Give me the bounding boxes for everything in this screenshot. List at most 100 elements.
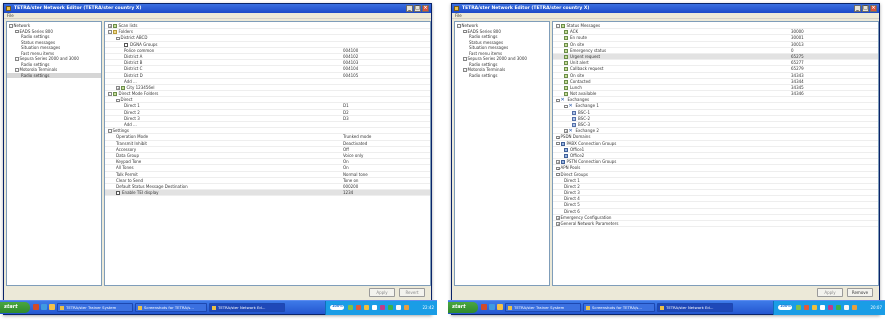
collapse-icon[interactable]: - <box>556 141 560 146</box>
collapse-icon[interactable]: - <box>556 172 560 177</box>
row-label: Direct 3 <box>124 115 140 121</box>
task-screenshots[interactable]: Screenshots for TETRA/s... <box>135 303 207 312</box>
tree-item-radio-settings[interactable]: Radio settings <box>455 73 549 79</box>
tray-icon[interactable] <box>372 305 377 310</box>
tray-icon[interactable] <box>348 305 353 310</box>
row-label: Accessory <box>116 146 137 152</box>
tray-icon[interactable] <box>356 305 361 310</box>
row-label: APN Pools <box>560 165 581 171</box>
row-label: Direct <box>120 97 133 103</box>
collapse-icon[interactable]: - <box>15 29 19 34</box>
tray-icon[interactable] <box>804 305 809 310</box>
tray-icon[interactable] <box>836 305 841 310</box>
menu-file[interactable]: File <box>455 13 462 18</box>
maximize-icon[interactable]: □ <box>414 5 421 12</box>
expand-icon[interactable]: + <box>116 86 120 90</box>
expand-icon[interactable]: + <box>556 135 560 140</box>
detail-tree: + Scan lists - Folders - District ABCD DGNA Gr… <box>104 21 431 286</box>
clock: 20:07 <box>870 305 882 310</box>
collapse-icon[interactable]: - <box>463 57 467 61</box>
checkbox-icon[interactable] <box>116 191 120 196</box>
quick-launch-icon[interactable] <box>49 304 55 310</box>
tray-icon[interactable] <box>820 305 825 310</box>
checkbox-icon[interactable] <box>124 42 128 47</box>
row-value[interactable]: 1234 <box>343 190 353 196</box>
expand-icon[interactable]: + <box>556 160 560 164</box>
collapse-icon[interactable]: - <box>457 24 461 28</box>
task-network-editor[interactable]: TETRA/ster Network Ed... <box>209 303 285 312</box>
row-label: Emergency status <box>570 47 607 53</box>
task-network-editor[interactable]: TETRA/ster Network Ed... <box>657 303 733 312</box>
collapse-icon[interactable]: - <box>556 98 560 102</box>
close-icon[interactable]: × <box>870 5 877 12</box>
right-screenshot: TETRA/ster Network Editor (TETRA/ster co… <box>448 0 885 332</box>
quick-launch-icon[interactable] <box>481 304 487 310</box>
collapse-icon[interactable]: - <box>9 24 13 28</box>
detail-tree: - Status Messages ACK 30000 En route 30001 On … <box>552 21 879 286</box>
expand-icon[interactable]: + <box>556 166 560 171</box>
maximize-icon[interactable]: □ <box>862 5 869 12</box>
tray-icon[interactable] <box>844 305 849 310</box>
tray-icon[interactable] <box>364 305 369 310</box>
row-label: District D <box>124 72 143 78</box>
collapse-icon[interactable]: - <box>15 68 19 72</box>
tray-icon[interactable] <box>852 305 857 310</box>
tray-icon[interactable] <box>380 305 385 310</box>
collapse-icon[interactable]: - <box>564 104 568 109</box>
collapse-icon[interactable]: - <box>108 129 112 133</box>
title-bar[interactable]: TETRA/ster Network Editor (TETRA/ster co… <box>4 4 431 13</box>
quick-launch-icon[interactable] <box>33 304 39 310</box>
group-icon <box>560 160 565 165</box>
expand-icon[interactable]: + <box>556 222 560 226</box>
menu-file[interactable]: File <box>7 13 14 18</box>
quick-launch-icon[interactable] <box>489 304 495 310</box>
remove-button[interactable]: Remove <box>847 288 873 297</box>
detail-row-general-network-parameters[interactable]: +General Network Parameters <box>553 221 878 228</box>
collapse-icon[interactable]: - <box>556 24 560 28</box>
apply-button[interactable]: Apply <box>817 288 843 297</box>
collapse-icon[interactable]: - <box>116 98 120 102</box>
start-button[interactable]: start <box>0 302 30 313</box>
task-trainer[interactable]: TETRA/ster Trainer System <box>57 303 133 312</box>
collapse-icon[interactable]: - <box>463 29 467 34</box>
collapse-icon[interactable]: - <box>116 36 120 41</box>
row-label: Direct 6 <box>564 208 580 214</box>
task-screenshots[interactable]: Screenshots for TETRA/s... <box>583 303 655 312</box>
tree-item-label: EADS Series 800 <box>19 28 53 34</box>
minimize-icon[interactable]: _ <box>854 5 861 12</box>
revert-button[interactable]: Revert <box>399 288 425 297</box>
network-editor-window: TETRA/ster Network Editor (TETRA/ster co… <box>451 3 880 315</box>
quick-launch-icon[interactable] <box>497 304 503 310</box>
expand-icon[interactable]: + <box>556 216 560 220</box>
row-label: Operation Mode <box>116 134 149 140</box>
tray-icon[interactable] <box>396 305 401 310</box>
window-controls: _ □ × <box>854 5 877 12</box>
expand-icon[interactable]: + <box>108 24 112 28</box>
window-controls: _ □ × <box>406 5 429 12</box>
collapse-icon[interactable]: - <box>15 57 19 61</box>
task-trainer[interactable]: TETRA/ster Trainer System <box>505 303 581 312</box>
minimize-icon[interactable]: _ <box>406 5 413 12</box>
collapse-icon[interactable]: - <box>108 92 112 96</box>
quick-launch-icon[interactable] <box>41 304 47 310</box>
title-bar[interactable]: TETRA/ster Network Editor (TETRA/ster co… <box>452 4 879 13</box>
row-label: Unit alert <box>570 60 589 66</box>
tray-icon[interactable] <box>812 305 817 310</box>
row-label: Direct Groups <box>560 171 589 177</box>
row-label: District ABCD <box>120 35 148 41</box>
close-icon[interactable]: × <box>422 5 429 12</box>
detail-row-enable-tei-display[interactable]: Enable TEI display 1234 <box>105 190 430 197</box>
apply-button[interactable]: Apply <box>369 288 395 297</box>
tray-icon[interactable] <box>388 305 393 310</box>
tree-item-label: Situation messages <box>21 45 61 50</box>
tree-item-radio-settings[interactable]: Radio settings <box>7 72 101 78</box>
tray-icon[interactable] <box>796 305 801 310</box>
expand-icon[interactable]: + <box>564 129 568 133</box>
collapse-icon[interactable]: - <box>463 68 467 72</box>
tray-icon[interactable] <box>828 305 833 310</box>
start-button[interactable]: start <box>448 302 478 313</box>
clock: 22:42 <box>422 305 434 310</box>
tree-item-label: Sepura Series 2000 and 3000 <box>467 56 527 61</box>
tray-icon[interactable] <box>404 305 409 310</box>
collapse-icon[interactable]: - <box>108 30 112 34</box>
